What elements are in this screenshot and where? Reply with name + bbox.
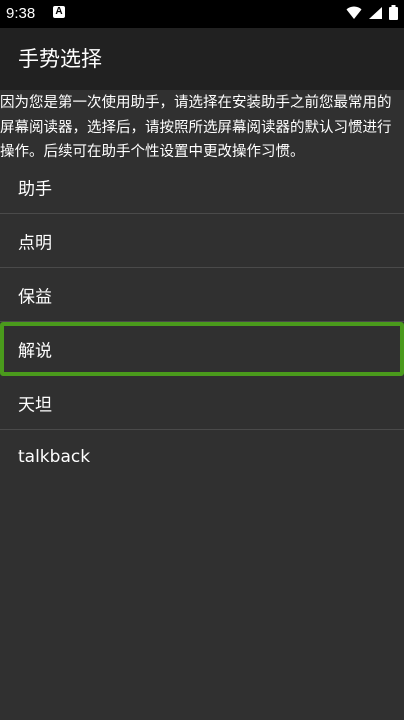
status-icons — [346, 5, 398, 20]
instruction-text: 因为您是第一次使用助手，请选择在安装助手之前您最常用的屏幕阅读器，选择后，请按照… — [0, 95, 392, 160]
option-label: talkback — [18, 447, 91, 467]
option-item-tiantan[interactable]: 天坦 — [0, 376, 404, 430]
screen-reader-option-list: 助手 点明 保益 解说 天坦 talkback — [0, 160, 404, 484]
status-time: 9:38 — [6, 5, 36, 22]
battery-icon — [389, 5, 398, 20]
option-item-talkback[interactable]: talkback — [0, 430, 404, 484]
option-item-jieshuo[interactable]: 解说 — [0, 322, 404, 376]
page-title: 手势选择 — [18, 47, 102, 71]
option-item-zhushou[interactable]: 助手 — [0, 160, 404, 214]
wifi-icon — [346, 6, 362, 19]
notification-icon: A — [53, 6, 65, 18]
option-label: 解说 — [18, 341, 52, 361]
app-bar: 手势选择 — [0, 28, 404, 90]
status-bar: 9:38 A — [0, 0, 404, 28]
option-item-dianming[interactable]: 点明 — [0, 214, 404, 268]
option-label: 助手 — [18, 179, 52, 199]
option-label: 天坦 — [18, 395, 52, 415]
signal-icon — [369, 6, 382, 19]
option-label: 保益 — [18, 287, 52, 307]
option-label: 点明 — [18, 233, 52, 253]
option-item-baoyi[interactable]: 保益 — [0, 268, 404, 322]
